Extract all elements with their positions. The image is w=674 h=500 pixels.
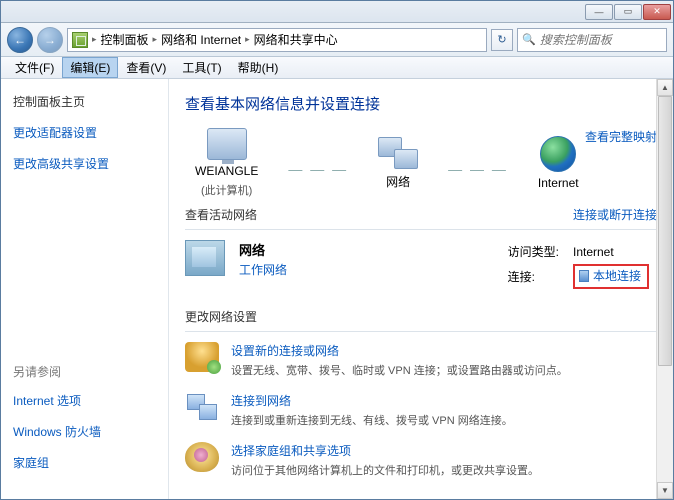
chevron-right-icon: ▸ bbox=[153, 34, 158, 45]
network-icon bbox=[378, 137, 418, 169]
view-full-map-link[interactable]: 查看完整映射 bbox=[585, 128, 657, 145]
homegroup-sharing-desc: 访问位于其他网络计算机上的文件和打印机，或更改共享设置。 bbox=[231, 462, 539, 478]
sidebar-advanced-sharing[interactable]: 更改高级共享设置 bbox=[13, 155, 156, 172]
menu-bar: 文件(F) 编辑(E) 查看(V) 工具(T) 帮助(H) bbox=[1, 57, 673, 79]
connection-line: — — — bbox=[288, 161, 348, 177]
menu-view[interactable]: 查看(V) bbox=[118, 57, 174, 78]
search-box[interactable]: 🔍 bbox=[517, 28, 667, 52]
connect-to-network-link[interactable]: 连接到网络 bbox=[231, 392, 513, 409]
breadcrumb[interactable]: 网络和共享中心 bbox=[254, 31, 338, 48]
network-type-link[interactable]: 工作网络 bbox=[239, 261, 287, 278]
map-pc-sub: (此计算机) bbox=[201, 182, 252, 198]
computer-icon bbox=[207, 128, 247, 160]
page-title: 查看基本网络信息并设置连接 bbox=[185, 93, 657, 114]
sidebar-home[interactable]: 控制面板主页 bbox=[13, 93, 156, 110]
scroll-thumb[interactable] bbox=[658, 96, 672, 366]
chevron-right-icon: ▸ bbox=[92, 34, 97, 45]
active-networks-heading: 查看活动网络 bbox=[185, 206, 257, 223]
access-type-value: Internet bbox=[567, 242, 655, 261]
homegroup-sharing-link[interactable]: 选择家庭组和共享选项 bbox=[231, 442, 539, 459]
close-button[interactable]: ✕ bbox=[643, 4, 671, 20]
sidebar-see-also-heading: 另请参阅 bbox=[13, 363, 156, 380]
highlight-box: 本地连接 bbox=[573, 264, 649, 289]
menu-edit[interactable]: 编辑(E) bbox=[62, 57, 118, 78]
change-settings-heading: 更改网络设置 bbox=[185, 308, 257, 325]
ethernet-icon bbox=[579, 270, 589, 282]
sidebar-adapter-settings[interactable]: 更改适配器设置 bbox=[13, 124, 156, 141]
setup-new-connection-desc: 设置无线、宽带、拨号、临时或 VPN 连接；或设置路由器或访问点。 bbox=[231, 362, 568, 378]
breadcrumb[interactable]: 控制面板 bbox=[101, 31, 149, 48]
breadcrumb[interactable]: 网络和 Internet bbox=[161, 31, 241, 48]
navigation-bar: ← → ▸ 控制面板 ▸ 网络和 Internet ▸ 网络和共享中心 ↻ 🔍 bbox=[1, 23, 673, 57]
window-titlebar: — ▭ ✕ bbox=[1, 1, 673, 23]
local-connection-link[interactable]: 本地连接 bbox=[593, 267, 641, 284]
connection-line: — — — bbox=[448, 161, 508, 177]
refresh-button[interactable]: ↻ bbox=[491, 29, 513, 51]
connect-to-network-desc: 连接到或重新连接到无线、有线、拨号或 VPN 网络连接。 bbox=[231, 412, 513, 428]
map-pc-name: WEIANGLE bbox=[195, 164, 258, 178]
minimize-button[interactable]: — bbox=[585, 4, 613, 20]
network-map: WEIANGLE (此计算机) — — — 网络 — — — Internet bbox=[195, 128, 579, 198]
search-input[interactable] bbox=[540, 33, 662, 47]
control-panel-icon bbox=[72, 32, 88, 48]
connections-label: 连接: bbox=[502, 263, 565, 290]
address-bar[interactable]: ▸ 控制面板 ▸ 网络和 Internet ▸ 网络和共享中心 bbox=[67, 28, 487, 52]
connect-disconnect-link[interactable]: 连接或断开连接 bbox=[573, 206, 657, 223]
access-type-label: 访问类型: bbox=[502, 242, 565, 261]
sidebar: 控制面板主页 更改适配器设置 更改高级共享设置 另请参阅 Internet 选项… bbox=[1, 79, 169, 499]
sidebar-homegroup[interactable]: 家庭组 bbox=[13, 454, 156, 471]
map-internet-label: Internet bbox=[538, 176, 579, 190]
setup-connection-icon bbox=[185, 342, 219, 372]
maximize-button[interactable]: ▭ bbox=[614, 4, 642, 20]
menu-file[interactable]: 文件(F) bbox=[7, 57, 62, 78]
network-name: 网络 bbox=[239, 240, 287, 259]
homegroup-icon bbox=[185, 442, 219, 472]
search-icon: 🔍 bbox=[522, 33, 536, 46]
sidebar-internet-options[interactable]: Internet 选项 bbox=[13, 392, 156, 409]
forward-button[interactable]: → bbox=[37, 27, 63, 53]
menu-tools[interactable]: 工具(T) bbox=[174, 57, 229, 78]
chevron-right-icon: ▸ bbox=[245, 34, 250, 45]
content-pane: 查看基本网络信息并设置连接 WEIANGLE (此计算机) — — — 网络 —… bbox=[169, 79, 673, 499]
scroll-up-button[interactable]: ▲ bbox=[657, 79, 673, 96]
sidebar-windows-firewall[interactable]: Windows 防火墙 bbox=[13, 423, 156, 440]
map-network-label: 网络 bbox=[386, 173, 410, 190]
vertical-scrollbar[interactable]: ▲ ▼ bbox=[656, 79, 673, 499]
network-profile-icon bbox=[185, 240, 225, 276]
setup-new-connection-link[interactable]: 设置新的连接或网络 bbox=[231, 342, 568, 359]
menu-help[interactable]: 帮助(H) bbox=[230, 57, 287, 78]
back-button[interactable]: ← bbox=[7, 27, 33, 53]
scroll-down-button[interactable]: ▼ bbox=[657, 482, 673, 499]
connect-network-icon bbox=[185, 392, 219, 422]
globe-icon bbox=[540, 136, 576, 172]
